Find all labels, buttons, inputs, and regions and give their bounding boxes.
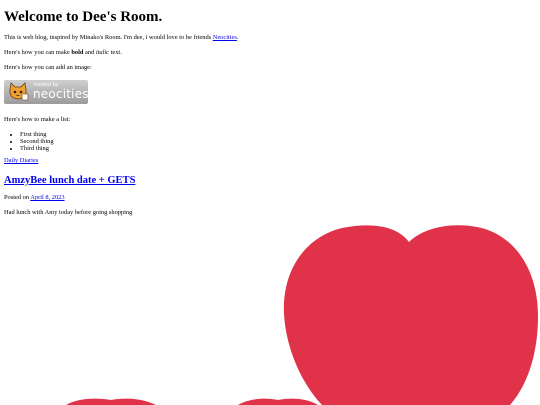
bold-line-suffix: text. (109, 49, 122, 56)
category-paragraph: Daily Diaries (4, 157, 524, 165)
small-heart-top (238, 398, 318, 405)
list-intro: Here's how to make a list: (4, 116, 71, 123)
daily-diaries-link[interactable]: Daily Diaries (4, 157, 38, 164)
badge-neocities-text: neocities (33, 87, 88, 101)
italic-word: italic (95, 49, 110, 56)
neocities-cat-icon (9, 82, 29, 101)
intro-end: . (236, 34, 239, 41)
example-list: First thing Second thing Third thing (4, 131, 524, 152)
intro-text: This is web blog, inspired by Minako's R… (4, 34, 213, 41)
post-date-link[interactable]: April 8, 2023 (30, 194, 64, 201)
bold-line-prefix: Here's how you can make (4, 49, 72, 56)
bold-line-middle: and (83, 49, 96, 56)
post-title-link[interactable]: AmzyBee lunch date + GETS (4, 175, 135, 186)
small-heart-top (66, 398, 156, 405)
post-title: AmzyBee lunch date + GETS (4, 175, 524, 187)
large-heart-icon (283, 225, 538, 405)
bold-word: bold (71, 49, 84, 56)
post-body: Had lunch with Amy today before going sh… (4, 209, 133, 216)
posted-on-label: Posted on (4, 194, 31, 201)
post-meta: Posted on April 8, 2023 (4, 194, 524, 202)
neocities-badge[interactable]: hosted by neocities (4, 80, 88, 104)
bold-italic-paragraph: Here's how you can make bold and italic … (4, 49, 524, 57)
image-paragraph: Here's how you can add an image: (4, 64, 92, 71)
neocities-link[interactable]: Neocities (213, 34, 237, 41)
large-heart-shape (283, 225, 538, 405)
small-heart-icon (238, 398, 318, 405)
page-title: Welcome to Dee's Room. (4, 9, 163, 25)
page-content: Welcome to Dee's Room. This is web blog,… (4, 0, 524, 224)
list-item: Third thing (20, 145, 524, 152)
list-item: Second thing (20, 138, 524, 145)
intro-paragraph: This is web blog, inspired by Minako's R… (4, 34, 524, 42)
list-item: First thing (20, 131, 524, 138)
small-heart-icon (66, 398, 156, 405)
